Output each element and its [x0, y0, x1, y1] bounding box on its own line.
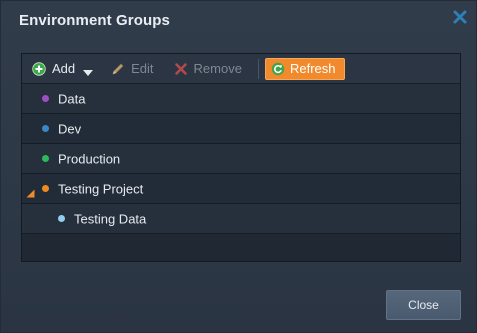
- close-button[interactable]: Close: [386, 290, 461, 320]
- edit-button[interactable]: Edit: [107, 58, 157, 80]
- refresh-icon: [271, 62, 285, 76]
- plus-circle-icon: [32, 61, 46, 76]
- chevron-down-icon[interactable]: [83, 65, 94, 76]
- group-label: Testing Data: [74, 211, 147, 226]
- toolbar: Add Edit Remove Refresh: [22, 54, 460, 84]
- close-icon[interactable]: [452, 9, 468, 25]
- group-color-dot: [42, 184, 49, 192]
- group-color-dot: [42, 94, 49, 102]
- group-color-dot: [42, 154, 49, 162]
- group-color-dot: [42, 124, 49, 132]
- x-icon: [174, 62, 188, 76]
- group-label: Testing Project: [58, 181, 144, 196]
- list-item[interactable]: Testing Project: [22, 174, 460, 204]
- list-item[interactable]: Data: [22, 84, 460, 114]
- remove-button[interactable]: Remove: [170, 58, 246, 80]
- pencil-icon: [111, 62, 125, 76]
- toolbar-separator: [257, 58, 259, 79]
- refresh-button[interactable]: Refresh: [264, 57, 345, 80]
- list-item[interactable]: Dev: [22, 114, 460, 144]
- list-item[interactable]: Production: [22, 144, 460, 174]
- groups-panel: Add Edit Remove Refresh Data Dev Product…: [21, 53, 461, 262]
- group-label: Dev: [58, 121, 82, 136]
- list-item[interactable]: Testing Data: [22, 204, 460, 234]
- refresh-label: Refresh: [289, 61, 336, 76]
- expand-triangle-icon[interactable]: [26, 186, 35, 197]
- add-label: Add: [52, 61, 76, 76]
- edit-label: Edit: [131, 61, 154, 76]
- dialog-title: Environment Groups: [19, 12, 170, 29]
- group-label: Data: [58, 91, 86, 106]
- groups-list: Data Dev Production Testing Project Test…: [22, 84, 460, 234]
- add-button[interactable]: Add: [28, 58, 97, 80]
- group-color-dot: [58, 214, 65, 222]
- remove-label: Remove: [193, 61, 242, 76]
- environment-groups-dialog: Environment Groups Add Edit Remove Refre…: [0, 0, 477, 333]
- group-label: Production: [58, 151, 121, 166]
